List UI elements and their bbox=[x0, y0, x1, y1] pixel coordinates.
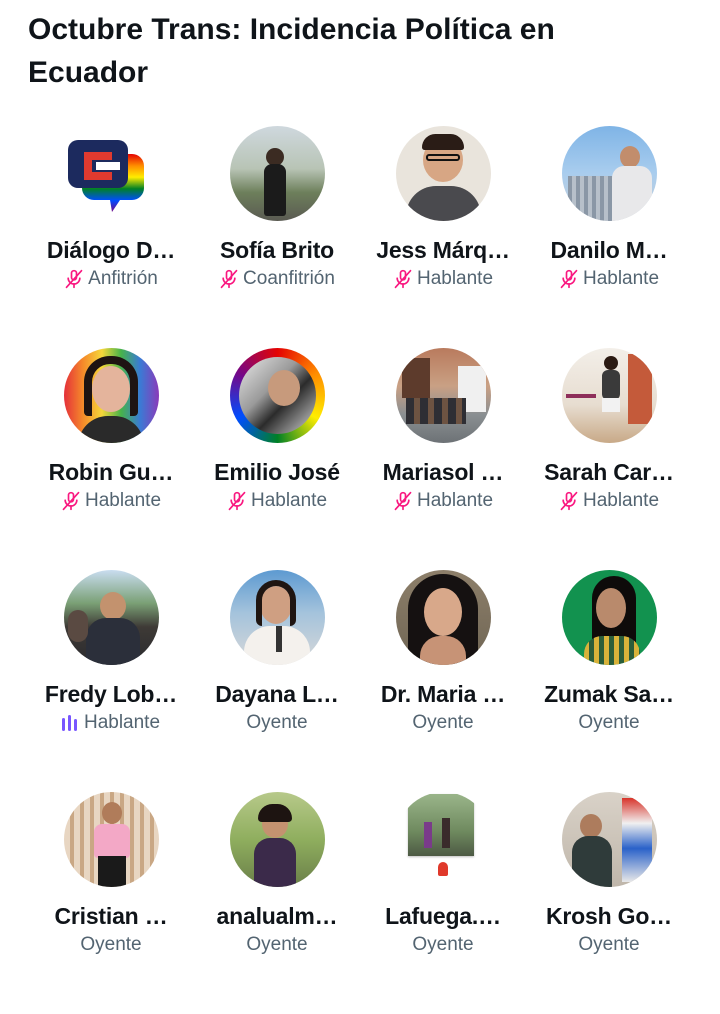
avatar[interactable] bbox=[229, 570, 325, 665]
participant-role: Oyente bbox=[578, 712, 639, 734]
participant-name: Sofía Brito bbox=[219, 237, 335, 263]
participant-role-label: Hablante bbox=[582, 490, 660, 511]
avatar[interactable] bbox=[395, 348, 491, 443]
participant-role: Oyente bbox=[578, 934, 639, 956]
participant-role-label: Oyente bbox=[412, 934, 474, 955]
mic-muted-icon bbox=[560, 491, 578, 511]
participant-role-label: Hablante bbox=[416, 490, 494, 511]
mic-muted-icon bbox=[62, 491, 80, 511]
avatar[interactable] bbox=[63, 792, 159, 887]
participant-card[interactable]: Lafuega.… Oyente bbox=[360, 792, 526, 1014]
participant-role: Hablante bbox=[393, 268, 493, 290]
participant-role-label: Oyente bbox=[80, 934, 142, 955]
participant-card[interactable]: Zumak Sa… Oyente bbox=[526, 570, 692, 792]
avatar[interactable] bbox=[395, 126, 491, 221]
participant-card[interactable]: Mariasol … Hablante bbox=[360, 348, 526, 570]
participant-card[interactable]: Jess Márq… Hablante bbox=[360, 126, 526, 348]
participant-card[interactable]: Cristian … Oyente bbox=[28, 792, 194, 1014]
mic-muted-icon bbox=[220, 269, 238, 289]
participant-name: Dayana L… bbox=[215, 681, 339, 707]
participant-card[interactable]: Sarah Car… Hablante bbox=[526, 348, 692, 570]
dialogo-logo-avatar[interactable] bbox=[63, 126, 159, 221]
avatar[interactable] bbox=[63, 348, 159, 443]
avatar[interactable] bbox=[229, 348, 325, 443]
dialogo-logo-icon bbox=[67, 140, 144, 212]
participant-name: Fredy Lob… bbox=[44, 681, 178, 707]
participant-role: Hablante bbox=[559, 268, 659, 290]
participant-role-label: Hablante bbox=[84, 490, 162, 511]
avatar[interactable] bbox=[561, 348, 657, 443]
participant-role: Hablante bbox=[61, 490, 161, 512]
participant-role: Oyente bbox=[80, 934, 141, 956]
mic-muted-icon bbox=[65, 269, 83, 289]
participant-card[interactable]: Diálogo D… Anfitrión bbox=[28, 126, 194, 348]
participant-role: Oyente bbox=[412, 712, 473, 734]
participant-card[interactable]: Krosh Go… Oyente bbox=[526, 792, 692, 1014]
participant-role: Hablante bbox=[227, 490, 327, 512]
avatar[interactable] bbox=[229, 126, 325, 221]
participant-name: Danilo M… bbox=[550, 237, 668, 263]
participant-card[interactable]: Emilio José Hablante bbox=[194, 348, 360, 570]
avatar[interactable] bbox=[561, 570, 657, 665]
participant-name: Dr. Maria … bbox=[380, 681, 506, 707]
participant-card[interactable]: Danilo M… Hablante bbox=[526, 126, 692, 348]
participant-name: Zumak Sa… bbox=[544, 681, 674, 707]
participant-role-label: Anfitrión bbox=[88, 268, 158, 289]
participant-role: Hablante bbox=[393, 490, 493, 512]
avatar[interactable] bbox=[395, 570, 491, 665]
participant-role-label: Oyente bbox=[578, 934, 640, 955]
participant-name: Lafuega.… bbox=[385, 903, 501, 929]
space-title: Octubre Trans: Incidencia Política en Ec… bbox=[28, 13, 555, 89]
participant-role: Hablante bbox=[61, 712, 161, 734]
participant-role: Oyente bbox=[412, 934, 473, 956]
avatar[interactable] bbox=[561, 792, 657, 887]
avatar[interactable] bbox=[63, 570, 159, 665]
participant-role-label: Hablante bbox=[250, 490, 328, 511]
participant-name: Emilio José bbox=[214, 459, 340, 485]
participant-role-label: Oyente bbox=[578, 712, 640, 733]
participant-card[interactable]: Fredy Lob… Hablante bbox=[28, 570, 194, 792]
mic-muted-icon bbox=[560, 269, 578, 289]
participant-name: Krosh Go… bbox=[546, 903, 672, 929]
participant-name: Sarah Car… bbox=[544, 459, 674, 485]
participant-role: Hablante bbox=[559, 490, 659, 512]
participant-card[interactable]: Robin Gu… Hablante bbox=[28, 348, 194, 570]
participant-role-label: Hablante bbox=[582, 268, 660, 289]
participant-card[interactable]: analualm… Oyente bbox=[194, 792, 360, 1014]
avatar[interactable] bbox=[395, 792, 491, 887]
participant-role-label: Hablante bbox=[416, 268, 494, 289]
participant-name: Robin Gu… bbox=[48, 459, 174, 485]
participant-role-label: Oyente bbox=[246, 934, 308, 955]
participant-role-label: Coanfitrión bbox=[243, 268, 335, 289]
mic-muted-icon bbox=[394, 269, 412, 289]
mic-muted-icon bbox=[394, 491, 412, 511]
participant-name: Diálogo D… bbox=[46, 237, 176, 263]
participant-card[interactable]: Sofía Brito Coanfitrión bbox=[194, 126, 360, 348]
avatar[interactable] bbox=[229, 792, 325, 887]
participant-role-label: Oyente bbox=[246, 712, 308, 733]
participants-grid: Diálogo D… Anfitrión Sofía Brito Coanfit… bbox=[28, 126, 692, 1014]
participant-name: Mariasol … bbox=[382, 459, 504, 485]
participant-role-label: Oyente bbox=[412, 712, 474, 733]
participant-name: Jess Márq… bbox=[376, 237, 510, 263]
participant-card[interactable]: Dayana L… Oyente bbox=[194, 570, 360, 792]
participant-role: Anfitrión bbox=[64, 268, 158, 290]
participant-role: Coanfitrión bbox=[219, 268, 335, 290]
participant-name: Cristian … bbox=[54, 903, 168, 929]
participant-role: Oyente bbox=[246, 934, 307, 956]
participant-name: analualm… bbox=[216, 903, 338, 929]
speaking-bars-icon bbox=[61, 715, 77, 731]
participant-role-label: Hablante bbox=[83, 712, 161, 733]
participant-card[interactable]: Dr. Maria … Oyente bbox=[360, 570, 526, 792]
avatar[interactable] bbox=[561, 126, 657, 221]
participant-role: Oyente bbox=[246, 712, 307, 734]
mic-muted-icon bbox=[228, 491, 246, 511]
